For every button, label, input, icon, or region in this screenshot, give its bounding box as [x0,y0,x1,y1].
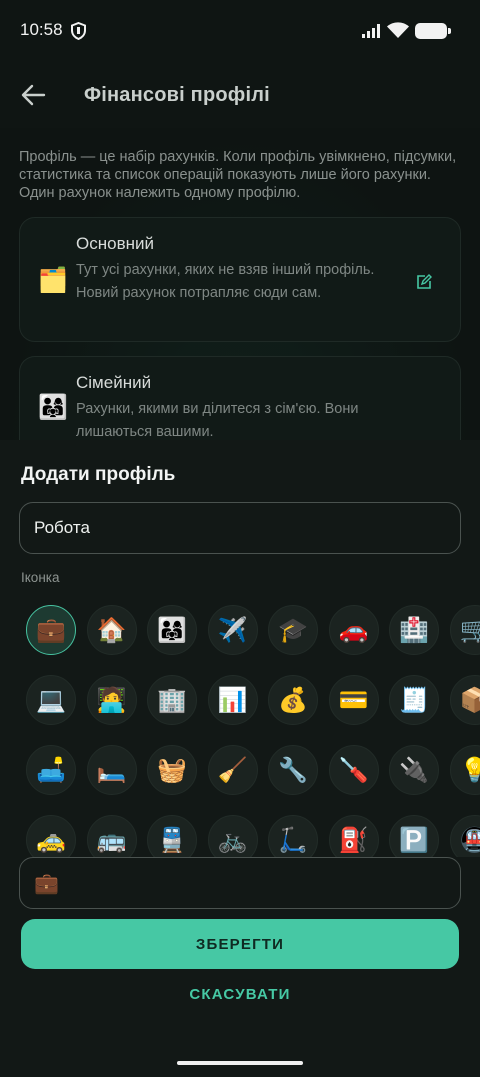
profile-name: Сімейний [76,373,152,392]
intro-text: Профіль — це набір рахунків. Коли профіл… [19,149,457,201]
icon-option[interactable]: 🏠 [86,605,137,655]
shield-icon [71,22,86,40]
icon-option[interactable]: 🅿️ [389,815,439,857]
icon-option[interactable]: 🚲 [207,815,258,857]
icon-option[interactable]: 🛴 [268,815,318,857]
icon-option[interactable]: ✈️ [207,605,258,655]
status-time: 10:58 [20,20,63,39]
icon-option[interactable]: 💳 [328,675,379,725]
icon-option[interactable]: 📦 [449,675,480,725]
icon-option[interactable]: 💼 [26,605,76,655]
selected-icon-field[interactable]: 💼 [19,857,461,909]
folder-icon: 🗂️ [38,266,68,294]
icon-option[interactable]: 🪛 [328,745,379,795]
icon-option[interactable]: 💻 [26,675,76,725]
back-arrow-icon[interactable] [20,82,46,108]
icon-option[interactable]: 🚇 [449,815,480,857]
icon-option[interactable]: 🛋️ [26,745,76,795]
icon-option[interactable]: 👨‍👩‍👧 [147,605,197,655]
icon-grid: 💼 🏠 👨‍👩‍👧 ✈️ 🎓 🚗 🏥 🛒 💻 🧑‍💻 🏢 📊 💰 💳 🧾 📦 🛋️ 🛏️ 🧺 🧹 🔧 🪛 🔌 💡 🚕 🚌 🚆 🚲 🛴 ⛽ 🅿… [0,595,480,857]
battery-icon [415,23,451,39]
icon-option[interactable]: 🏥 [389,605,439,655]
icon-option[interactable]: 🔌 [389,745,439,795]
profile-name: Основний [76,234,154,253]
wifi-icon [387,22,409,38]
home-indicator [177,1061,303,1065]
icon-option[interactable]: 🚗 [328,605,379,655]
icon-option[interactable]: 🚌 [86,815,137,857]
status-bar: 10:58 [0,0,480,62]
icon-option[interactable]: 🛏️ [86,745,137,795]
icon-option[interactable]: 🧑‍💻 [86,675,137,725]
page-title: Фінансові профілі [84,84,270,106]
signal-icon [362,24,380,38]
family-icon: 👨‍👩‍👧 [38,393,68,421]
save-button[interactable]: ЗБЕРЕГТИ [21,919,459,969]
profile-description: Рахунки, якими ви ділитеся з сім'єю. Вон… [76,401,359,440]
icon-option[interactable]: 🏢 [147,675,197,725]
icon-option[interactable]: 💰 [268,675,318,725]
icon-option[interactable]: 🧺 [147,745,197,795]
profile-card-main[interactable]: 🗂️ Основний Тут усі рахунки, яких не взя… [19,217,461,342]
icon-section-label: Іконка [21,570,60,585]
profile-name-input[interactable]: Робота [19,502,461,554]
icon-option[interactable]: 🛒 [449,605,480,655]
icon-option[interactable]: 🎓 [268,605,318,655]
icon-option[interactable]: 📊 [207,675,258,725]
icon-option[interactable]: 🚕 [26,815,76,857]
profile-description: Тут усі рахунки, яких не взяв інший проф… [76,262,375,301]
icon-option[interactable]: ⛽ [328,815,379,857]
icon-option[interactable]: 🧾 [389,675,439,725]
app-header: Фінансові профілі [0,62,480,128]
edit-icon[interactable] [416,274,432,290]
sheet-title: Додати профіль [21,464,176,485]
icon-option[interactable]: 🔧 [268,745,318,795]
cancel-button[interactable]: СКАСУВАТИ [0,986,480,1012]
icon-option[interactable]: 🧹 [207,745,258,795]
icon-option[interactable]: 💡 [449,745,480,795]
add-profile-sheet: Додати профіль Робота Іконка 💼 🏠 👨‍👩‍👧 ✈️ 🎓 🚗… [0,440,480,1077]
icon-option[interactable]: 🚆 [147,815,197,857]
